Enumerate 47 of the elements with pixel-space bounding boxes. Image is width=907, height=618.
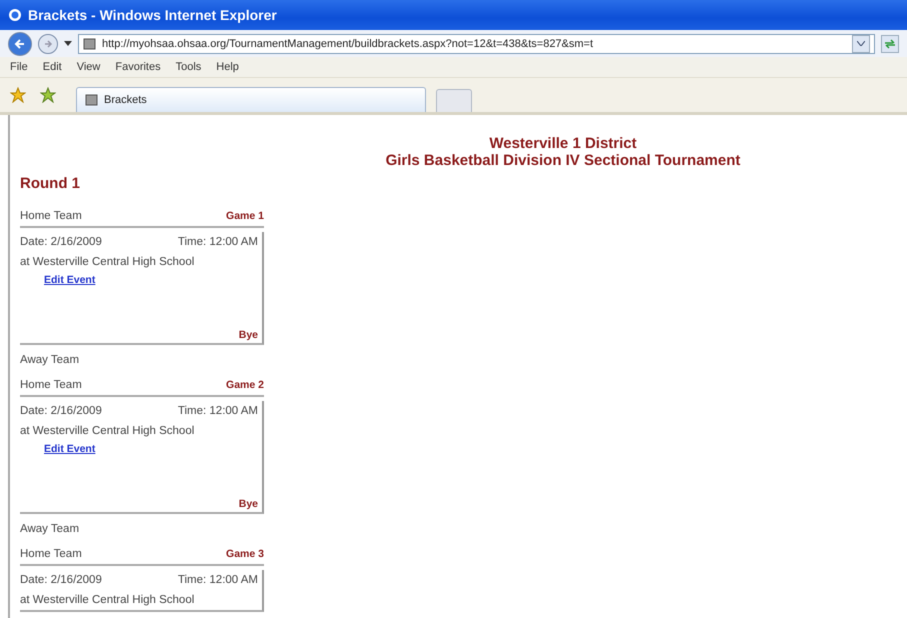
game-result: Bye xyxy=(238,329,258,341)
refresh-button[interactable] xyxy=(881,34,899,52)
dropdown-caret-icon[interactable] xyxy=(64,41,72,46)
game-number: Game 2 xyxy=(226,379,264,391)
edit-event-link[interactable]: Edit Event xyxy=(44,274,96,286)
forward-button[interactable] xyxy=(38,34,58,54)
game-location: at Westerville Central High School xyxy=(20,594,194,606)
refresh-arrows-icon xyxy=(884,38,896,48)
game-number: Game 3 xyxy=(226,548,264,560)
menu-item[interactable]: View xyxy=(76,61,108,73)
forward-arrow-icon xyxy=(43,38,53,48)
page-icon xyxy=(83,38,96,50)
window-title: Brackets - Windows Internet Explorer xyxy=(28,7,277,23)
round-heading: Round 1 xyxy=(20,175,81,192)
menu-item[interactable]: Favorites xyxy=(115,61,169,73)
browser-tab[interactable]: Brackets xyxy=(76,87,426,112)
back-button[interactable] xyxy=(8,32,32,56)
dropdown-button[interactable] xyxy=(852,34,870,52)
game-time: Time: 12:00 AM xyxy=(178,236,258,248)
game-time: Time: 12:00 AM xyxy=(178,574,258,586)
district-heading: Westerville 1 District xyxy=(489,135,637,152)
game-number: Game 1 xyxy=(226,210,264,222)
game-result: Bye xyxy=(238,498,258,510)
game-date: Date: 2/16/2009 xyxy=(20,574,102,586)
game-location: at Westerville Central High School xyxy=(20,425,194,437)
caret-icon xyxy=(857,41,865,46)
home-team-label: Home Team xyxy=(20,548,82,560)
game-location: at Westerville Central High School xyxy=(20,256,194,268)
browser-logo-icon xyxy=(8,8,22,22)
star-icon[interactable] xyxy=(10,87,26,103)
address-field[interactable]: http://myohsaa.ohsaa.org/TournamentManagement/buildbrackets.aspx?not=12&t=438&ts=827&sm=t xyxy=(78,34,875,54)
star-plus-icon[interactable] xyxy=(40,87,56,103)
menu-item[interactable]: Tools xyxy=(176,61,210,73)
menu-item[interactable]: Help xyxy=(216,61,247,73)
away-team-label: Away Team xyxy=(20,354,80,366)
tournament-heading: Girls Basketball Division IV Sectional Tournament xyxy=(386,152,740,169)
away-team-label: Away Team xyxy=(20,523,80,535)
page-icon xyxy=(85,94,98,106)
menu-item[interactable]: Edit xyxy=(42,61,70,73)
game-date: Date: 2/16/2009 xyxy=(20,405,102,417)
back-arrow-icon xyxy=(14,38,26,50)
home-team-label: Home Team xyxy=(20,210,82,222)
game-date: Date: 2/16/2009 xyxy=(20,236,102,248)
home-team-label: Home Team xyxy=(20,379,82,391)
menu-item[interactable]: File xyxy=(10,61,36,73)
edit-event-link[interactable]: Edit Event xyxy=(44,443,96,455)
game-time: Time: 12:00 AM xyxy=(178,405,258,417)
